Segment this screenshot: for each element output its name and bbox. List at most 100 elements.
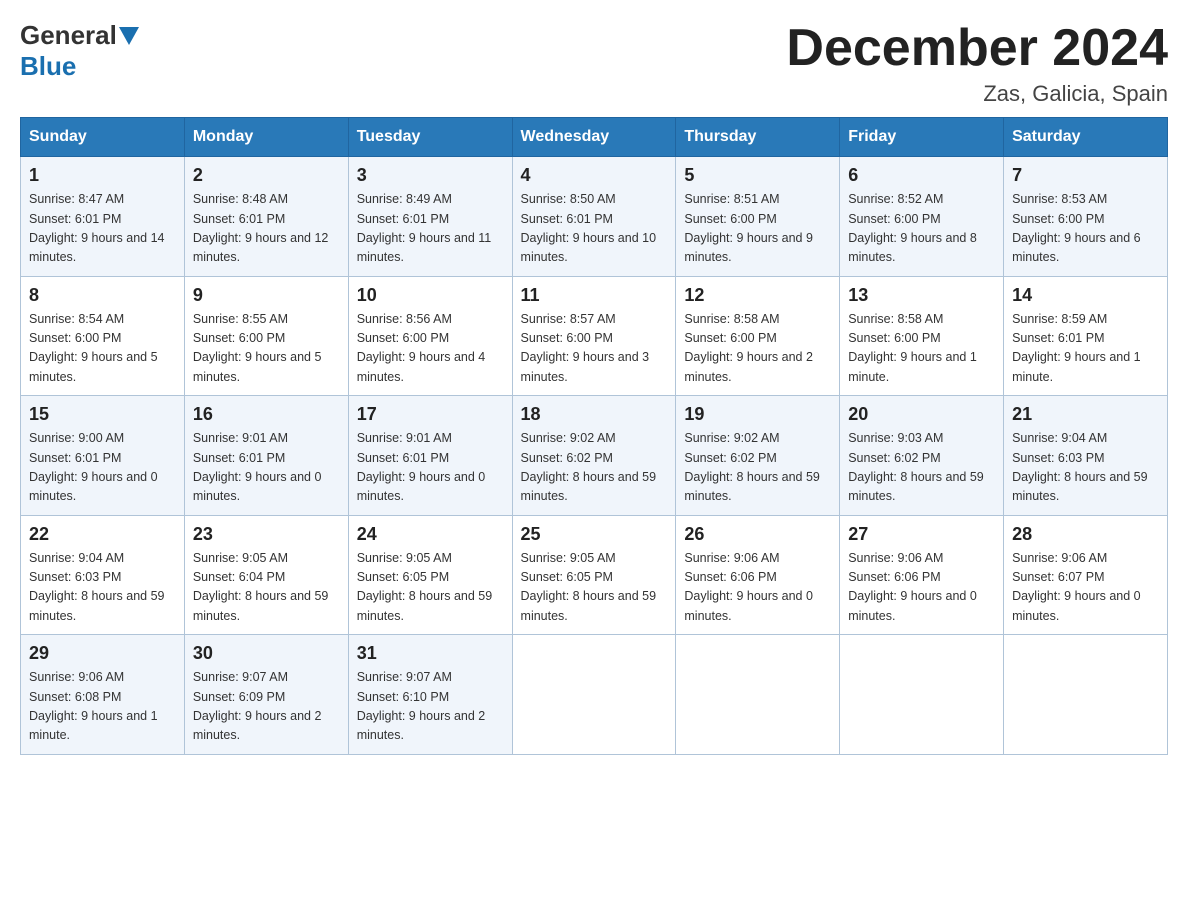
day-number: 13 [848,285,995,306]
title-section: December 2024 Zas, Galicia, Spain [786,20,1168,107]
calendar-cell: 7 Sunrise: 8:53 AMSunset: 6:00 PMDayligh… [1004,157,1168,277]
day-info: Sunrise: 8:50 AMSunset: 6:01 PMDaylight:… [521,192,657,264]
logo: General Blue [20,20,141,82]
day-info: Sunrise: 9:02 AMSunset: 6:02 PMDaylight:… [684,431,820,503]
day-number: 25 [521,524,668,545]
calendar-cell: 9 Sunrise: 8:55 AMSunset: 6:00 PMDayligh… [184,276,348,396]
day-info: Sunrise: 9:06 AMSunset: 6:07 PMDaylight:… [1012,551,1141,623]
calendar-cell: 27 Sunrise: 9:06 AMSunset: 6:06 PMDaylig… [840,515,1004,635]
day-info: Sunrise: 8:49 AMSunset: 6:01 PMDaylight:… [357,192,492,264]
day-number: 20 [848,404,995,425]
logo-blue-text: Blue [20,51,76,82]
day-info: Sunrise: 8:58 AMSunset: 6:00 PMDaylight:… [848,312,977,384]
day-info: Sunrise: 8:51 AMSunset: 6:00 PMDaylight:… [684,192,813,264]
calendar-cell: 14 Sunrise: 8:59 AMSunset: 6:01 PMDaylig… [1004,276,1168,396]
calendar-cell [1004,635,1168,755]
day-info: Sunrise: 9:05 AMSunset: 6:04 PMDaylight:… [193,551,329,623]
calendar-cell: 22 Sunrise: 9:04 AMSunset: 6:03 PMDaylig… [21,515,185,635]
logo-general-text: General [20,20,117,51]
day-number: 2 [193,165,340,186]
day-info: Sunrise: 8:48 AMSunset: 6:01 PMDaylight:… [193,192,329,264]
day-info: Sunrise: 9:03 AMSunset: 6:02 PMDaylight:… [848,431,984,503]
day-number: 3 [357,165,504,186]
calendar-cell: 2 Sunrise: 8:48 AMSunset: 6:01 PMDayligh… [184,157,348,277]
calendar-cell: 12 Sunrise: 8:58 AMSunset: 6:00 PMDaylig… [676,276,840,396]
day-number: 8 [29,285,176,306]
header-saturday: Saturday [1004,118,1168,157]
day-info: Sunrise: 8:47 AMSunset: 6:01 PMDaylight:… [29,192,165,264]
calendar-cell [840,635,1004,755]
day-number: 24 [357,524,504,545]
calendar-cell: 19 Sunrise: 9:02 AMSunset: 6:02 PMDaylig… [676,396,840,516]
calendar-cell: 28 Sunrise: 9:06 AMSunset: 6:07 PMDaylig… [1004,515,1168,635]
calendar-cell: 8 Sunrise: 8:54 AMSunset: 6:00 PMDayligh… [21,276,185,396]
calendar-cell: 5 Sunrise: 8:51 AMSunset: 6:00 PMDayligh… [676,157,840,277]
day-number: 1 [29,165,176,186]
header-monday: Monday [184,118,348,157]
calendar-header: Sunday Monday Tuesday Wednesday Thursday… [21,118,1168,157]
calendar-week-row: 29 Sunrise: 9:06 AMSunset: 6:08 PMDaylig… [21,635,1168,755]
day-number: 6 [848,165,995,186]
day-number: 22 [29,524,176,545]
month-title: December 2024 [786,20,1168,77]
calendar-week-row: 22 Sunrise: 9:04 AMSunset: 6:03 PMDaylig… [21,515,1168,635]
day-number: 27 [848,524,995,545]
day-number: 28 [1012,524,1159,545]
day-number: 18 [521,404,668,425]
day-number: 4 [521,165,668,186]
calendar-cell: 10 Sunrise: 8:56 AMSunset: 6:00 PMDaylig… [348,276,512,396]
day-info: Sunrise: 8:55 AMSunset: 6:00 PMDaylight:… [193,312,322,384]
day-number: 5 [684,165,831,186]
day-info: Sunrise: 9:05 AMSunset: 6:05 PMDaylight:… [521,551,657,623]
day-info: Sunrise: 9:00 AMSunset: 6:01 PMDaylight:… [29,431,158,503]
day-info: Sunrise: 8:57 AMSunset: 6:00 PMDaylight:… [521,312,650,384]
calendar-cell: 13 Sunrise: 8:58 AMSunset: 6:00 PMDaylig… [840,276,1004,396]
day-info: Sunrise: 9:01 AMSunset: 6:01 PMDaylight:… [193,431,322,503]
day-number: 31 [357,643,504,664]
day-info: Sunrise: 8:53 AMSunset: 6:00 PMDaylight:… [1012,192,1141,264]
header-row: Sunday Monday Tuesday Wednesday Thursday… [21,118,1168,157]
day-info: Sunrise: 8:54 AMSunset: 6:00 PMDaylight:… [29,312,158,384]
calendar-cell: 6 Sunrise: 8:52 AMSunset: 6:00 PMDayligh… [840,157,1004,277]
day-number: 16 [193,404,340,425]
day-info: Sunrise: 9:01 AMSunset: 6:01 PMDaylight:… [357,431,486,503]
day-info: Sunrise: 8:59 AMSunset: 6:01 PMDaylight:… [1012,312,1141,384]
calendar-week-row: 8 Sunrise: 8:54 AMSunset: 6:00 PMDayligh… [21,276,1168,396]
day-number: 9 [193,285,340,306]
logo-triangle-icon [119,27,139,45]
day-info: Sunrise: 9:04 AMSunset: 6:03 PMDaylight:… [1012,431,1148,503]
day-number: 21 [1012,404,1159,425]
day-number: 15 [29,404,176,425]
calendar-cell: 29 Sunrise: 9:06 AMSunset: 6:08 PMDaylig… [21,635,185,755]
day-number: 19 [684,404,831,425]
calendar-body: 1 Sunrise: 8:47 AMSunset: 6:01 PMDayligh… [21,157,1168,755]
calendar-cell: 24 Sunrise: 9:05 AMSunset: 6:05 PMDaylig… [348,515,512,635]
header-sunday: Sunday [21,118,185,157]
day-number: 17 [357,404,504,425]
calendar-cell: 4 Sunrise: 8:50 AMSunset: 6:01 PMDayligh… [512,157,676,277]
calendar-cell: 1 Sunrise: 8:47 AMSunset: 6:01 PMDayligh… [21,157,185,277]
header-thursday: Thursday [676,118,840,157]
calendar-cell: 18 Sunrise: 9:02 AMSunset: 6:02 PMDaylig… [512,396,676,516]
day-info: Sunrise: 9:07 AMSunset: 6:10 PMDaylight:… [357,670,486,742]
page-header: General Blue December 2024 Zas, Galicia,… [20,20,1168,107]
header-wednesday: Wednesday [512,118,676,157]
day-number: 14 [1012,285,1159,306]
day-number: 11 [521,285,668,306]
day-number: 26 [684,524,831,545]
day-info: Sunrise: 8:58 AMSunset: 6:00 PMDaylight:… [684,312,813,384]
calendar-cell [676,635,840,755]
calendar-cell: 11 Sunrise: 8:57 AMSunset: 6:00 PMDaylig… [512,276,676,396]
day-number: 10 [357,285,504,306]
calendar-week-row: 1 Sunrise: 8:47 AMSunset: 6:01 PMDayligh… [21,157,1168,277]
calendar-cell: 23 Sunrise: 9:05 AMSunset: 6:04 PMDaylig… [184,515,348,635]
day-info: Sunrise: 8:52 AMSunset: 6:00 PMDaylight:… [848,192,977,264]
calendar-cell: 20 Sunrise: 9:03 AMSunset: 6:02 PMDaylig… [840,396,1004,516]
calendar-cell: 31 Sunrise: 9:07 AMSunset: 6:10 PMDaylig… [348,635,512,755]
calendar-cell: 26 Sunrise: 9:06 AMSunset: 6:06 PMDaylig… [676,515,840,635]
calendar-cell: 30 Sunrise: 9:07 AMSunset: 6:09 PMDaylig… [184,635,348,755]
day-info: Sunrise: 9:07 AMSunset: 6:09 PMDaylight:… [193,670,322,742]
day-number: 29 [29,643,176,664]
day-info: Sunrise: 9:04 AMSunset: 6:03 PMDaylight:… [29,551,165,623]
day-number: 12 [684,285,831,306]
